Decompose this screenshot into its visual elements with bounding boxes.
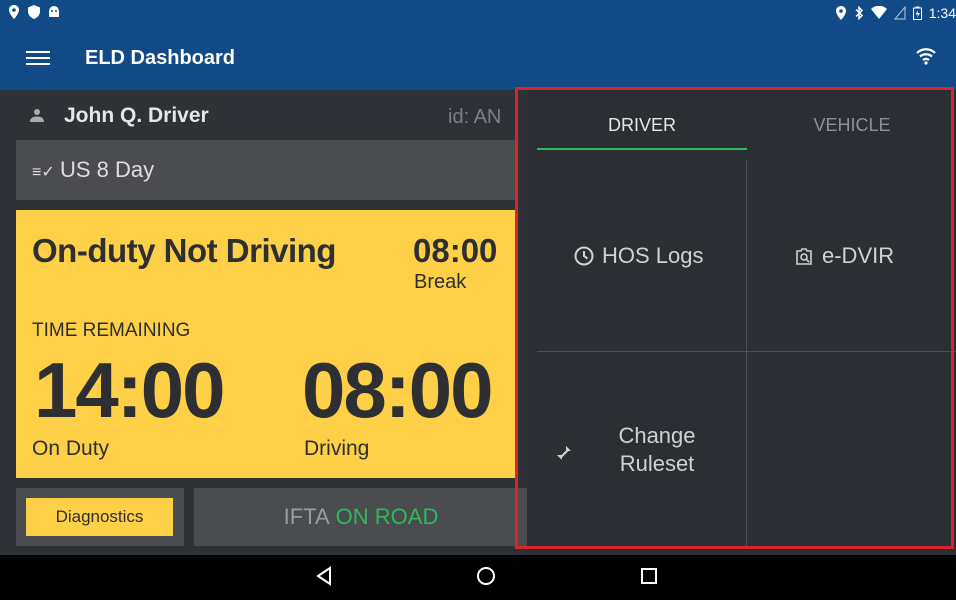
time-remaining-label: TIME REMAINING <box>32 320 191 341</box>
bluetooth-icon <box>855 6 863 20</box>
tab-vehicle[interactable]: VEHICLE <box>747 90 956 150</box>
ifta-label: IFTA <box>283 504 330 529</box>
clock: 1:34 <box>928 5 956 21</box>
shield-icon <box>28 5 40 19</box>
diagnostics-panel: Diagnostics <box>16 488 184 546</box>
change-ruleset-line2: Ruleset <box>619 451 695 476</box>
no-sim-icon <box>893 6 906 20</box>
ifta-status-panel[interactable]: IFTA ON ROAD <box>194 488 528 546</box>
home-icon[interactable] <box>476 566 496 586</box>
person-icon <box>30 109 44 122</box>
navigation-bar <box>0 555 956 600</box>
wifi-signal-icon <box>870 6 887 19</box>
break-label: Break <box>414 271 467 293</box>
driver-name: John Q. Driver <box>64 104 209 127</box>
diagnostics-button[interactable]: Diagnostics <box>26 498 173 536</box>
driver-vehicle-panel: DRIVER VEHICLE HOS Logs e-DVIR Change Ru… <box>527 90 956 555</box>
battery-icon <box>912 6 922 20</box>
recent-apps-icon[interactable] <box>640 566 658 586</box>
back-icon[interactable] <box>315 566 333 586</box>
app-title: ELD Dashboard <box>85 47 236 69</box>
ifta-status: ON ROAD <box>335 504 439 529</box>
app-bar: ELD Dashboard <box>0 28 956 90</box>
driver-id: id: AN <box>448 106 502 128</box>
change-ruleset-line1: Change <box>618 423 696 448</box>
ruleset-selector[interactable]: ≡✓ US 8 Day <box>16 140 516 200</box>
main-area: John Q. Driver id: AN ≡✓ US 8 Day On-dut… <box>0 90 956 555</box>
hos-logs-label: HOS Logs <box>602 243 704 268</box>
status-bar-right-icons: 1:34 <box>835 5 956 21</box>
status-bar: 1:34 <box>0 0 956 28</box>
duty-status-card[interactable]: On-duty Not Driving 08:00 Break TIME REM… <box>16 210 516 478</box>
android-icon <box>49 6 59 17</box>
on-duty-label: On Duty <box>32 437 110 460</box>
break-time: 08:00 <box>413 232 498 269</box>
location-icon <box>9 5 19 19</box>
e-dvir-label: e-DVIR <box>822 243 895 268</box>
duty-status: On-duty Not Driving <box>32 232 336 269</box>
driver-row: John Q. Driver id: AN <box>0 90 520 140</box>
driving-time: 08:00 <box>302 346 493 434</box>
hamburger-menu-icon[interactable] <box>26 48 50 70</box>
status-bar-left-icons <box>8 5 60 19</box>
inspection-icon <box>796 248 812 265</box>
clock-icon <box>574 246 594 266</box>
wifi-icon[interactable] <box>916 46 936 66</box>
ruleset-label: US 8 Day <box>60 157 155 182</box>
empty-tile <box>747 352 956 546</box>
swap-icon <box>557 446 571 460</box>
change-ruleset-label: Change Ruleset <box>597 422 717 478</box>
tab-driver[interactable]: DRIVER <box>537 90 747 150</box>
list-check-icon: ≡✓ <box>32 164 55 181</box>
hos-logs-tile[interactable]: HOS Logs <box>537 160 747 352</box>
change-ruleset-tile[interactable]: Change Ruleset <box>537 352 747 546</box>
on-duty-time: 14:00 <box>34 346 225 434</box>
location-icon <box>835 6 846 20</box>
e-dvir-tile[interactable]: e-DVIR <box>747 160 956 352</box>
driving-label: Driving <box>304 437 370 460</box>
